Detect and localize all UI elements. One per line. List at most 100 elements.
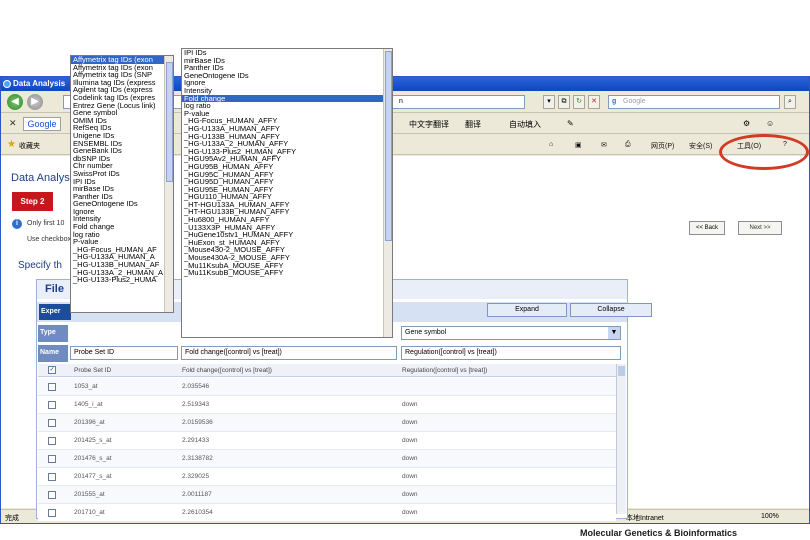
cell-regulation: down	[402, 491, 418, 498]
cell-probe: 201555_at	[74, 491, 105, 498]
cell-fold: 2.0159536	[182, 419, 213, 426]
google-logo-text: Google	[27, 119, 57, 129]
google-search-box[interactable]: Google	[23, 117, 61, 131]
refresh-icon[interactable]: ↻	[573, 95, 585, 109]
table-header: ✓ Probe Set ID Fold change([control] vs …	[38, 364, 616, 377]
autofill-item[interactable]: 自动填入	[509, 119, 541, 130]
pen-icon[interactable]: ✎	[567, 119, 574, 128]
name-field-probe[interactable]: Probe Set ID	[70, 346, 178, 360]
cell-fold: 2.329025	[182, 473, 210, 480]
dropdown-scrollbar-right[interactable]	[383, 49, 392, 337]
collapse-button[interactable]: Collapse	[570, 303, 652, 317]
cell-regulation: down	[402, 419, 418, 426]
google-g-icon: g	[612, 98, 617, 105]
cell-regulation: down	[402, 437, 418, 444]
row-checkbox[interactable]	[48, 419, 56, 427]
page-menu[interactable]: 网页(P)	[651, 141, 674, 151]
name-field-regulation[interactable]: Regulation([control] vs [treat])	[401, 346, 621, 360]
favorites-star-icon[interactable]: ★	[7, 139, 16, 150]
table-row[interactable]: 201710_at 2.2610354 down	[38, 504, 616, 522]
zoom-level[interactable]: 100%	[761, 513, 779, 520]
dropdown-option[interactable]: _Mu11KsubB_MOUSE_AFFY	[182, 269, 392, 277]
table-scrollbar[interactable]	[616, 364, 626, 514]
table-row[interactable]: 201425_s_at 2.291433 down	[38, 432, 616, 450]
row-checkbox[interactable]	[48, 509, 56, 517]
close-toolbar-icon[interactable]: ✕	[9, 118, 17, 129]
safety-menu[interactable]: 安全(S)	[689, 141, 712, 151]
dropdown-options-left: Affymetrix tag IDs (exon Affymetrix tag I…	[71, 56, 173, 284]
type-select-value: Gene symbol	[405, 329, 447, 336]
search-placeholder: Google	[623, 98, 646, 105]
dropdown-options-right: IPI IDs mirBase IDs Panther IDs GeneOntogen…	[182, 49, 392, 277]
row-checkbox[interactable]	[48, 437, 56, 445]
name-field-fold[interactable]: Fold change([control] vs [treat])	[181, 346, 397, 360]
table-row[interactable]: 1053_at 2.035546	[38, 378, 616, 396]
favorites-label[interactable]: 收藏夹	[19, 141, 40, 151]
dropdown-scrollbar-left[interactable]	[164, 56, 173, 312]
cell-regulation: down	[402, 455, 418, 462]
back-arrow-icon[interactable]: ◀	[7, 94, 23, 110]
print-icon[interactable]: ⎙	[625, 141, 631, 149]
cell-fold: 2.2610354	[182, 509, 213, 516]
feed-icon[interactable]: ▣	[575, 141, 582, 149]
dropdown-option[interactable]: log ratio	[182, 102, 392, 110]
page-title: Data Analysis	[11, 172, 78, 184]
footer-brand: Molecular Genetics & Bioinformatics	[580, 528, 738, 538]
highlight-circle	[719, 134, 809, 170]
dropdown-arrow-icon[interactable]: ▾	[543, 95, 555, 109]
type-select-regulation[interactable]: Gene symbol ▼	[401, 326, 621, 340]
table-row[interactable]: 201555_at 2.0011187 down	[38, 486, 616, 504]
dropdown-option[interactable]: _HG-U133-Plus2_HUMA	[71, 276, 173, 284]
scroll-thumb[interactable]	[618, 366, 625, 376]
file-panel-title: File	[45, 283, 64, 295]
cell-regulation: down	[402, 401, 418, 408]
name-label: Name	[38, 345, 68, 362]
dropdown-scroll-thumb-right[interactable]	[385, 51, 392, 241]
dropdown-scroll-thumb-left[interactable]	[166, 62, 173, 182]
forward-arrow-icon[interactable]: ▶	[27, 94, 43, 110]
back-button[interactable]: << Back	[689, 221, 725, 235]
search-icon[interactable]: ⌕	[784, 95, 796, 109]
mail-icon[interactable]: ✉	[601, 141, 607, 149]
expand-button[interactable]: Expand	[487, 303, 567, 317]
step-badge: Step 2	[12, 192, 53, 211]
row-checkbox[interactable]	[48, 491, 56, 499]
cell-probe: 201425_s_at	[74, 437, 112, 444]
column-type-dropdown-right[interactable]: IPI IDs mirBase IDs Panther IDs GeneOntogen…	[181, 48, 393, 338]
table-row[interactable]: 201396_at 2.0159536 down	[38, 414, 616, 432]
cell-probe: 201476_s_at	[74, 455, 112, 462]
translate-item[interactable]: 中文字翻译	[409, 119, 449, 130]
stop-icon[interactable]: ✕	[588, 95, 600, 109]
col-fold-header: Fold change([control] vs [treat])	[182, 367, 272, 374]
type-label: Type	[38, 325, 68, 342]
table-row[interactable]: 201476_s_at 2.3138782 down	[38, 450, 616, 468]
dropdown-option[interactable]: Ignore	[182, 79, 392, 87]
row-checkbox[interactable]	[48, 383, 56, 391]
row-checkbox[interactable]	[48, 473, 56, 481]
compat-view-icon[interactable]: ⧉	[558, 95, 570, 109]
dropdown-option[interactable]: GeneOntogene IDs	[182, 72, 392, 80]
cell-regulation: down	[402, 473, 418, 480]
search-input[interactable]: g Google	[608, 95, 780, 109]
use-checkbox-text: Use checkbox	[27, 236, 71, 243]
cell-regulation: down	[402, 509, 418, 516]
table-row[interactable]: 1405_i_at 2.519343 down	[38, 396, 616, 414]
dropdown-option[interactable]: Fold change	[182, 94, 392, 103]
table-row[interactable]: 201477_s_at 2.329025 down	[38, 468, 616, 486]
column-type-dropdown-left[interactable]: Affymetrix tag IDs (exon Affymetrix tag I…	[70, 55, 174, 313]
user-icon[interactable]: ☺	[766, 119, 774, 128]
cell-fold: 2.3138782	[182, 455, 213, 462]
cell-probe: 201477_s_at	[74, 473, 112, 480]
experiment-tab[interactable]: Exper	[39, 304, 71, 320]
row-checkbox[interactable]	[48, 455, 56, 463]
home-icon[interactable]: ⌂	[549, 141, 553, 148]
cell-fold: 2.291433	[182, 437, 210, 444]
wrench-icon[interactable]: ⚙	[743, 119, 750, 128]
status-text: 完成	[5, 515, 19, 522]
select-all-checkbox[interactable]: ✓	[48, 366, 56, 374]
next-button[interactable]: Next >>	[738, 221, 782, 235]
row-checkbox[interactable]	[48, 401, 56, 409]
translate-item-2[interactable]: 翻译	[465, 119, 481, 130]
cell-fold: 2.519343	[182, 401, 210, 408]
cell-probe: 1053_at	[74, 383, 98, 390]
